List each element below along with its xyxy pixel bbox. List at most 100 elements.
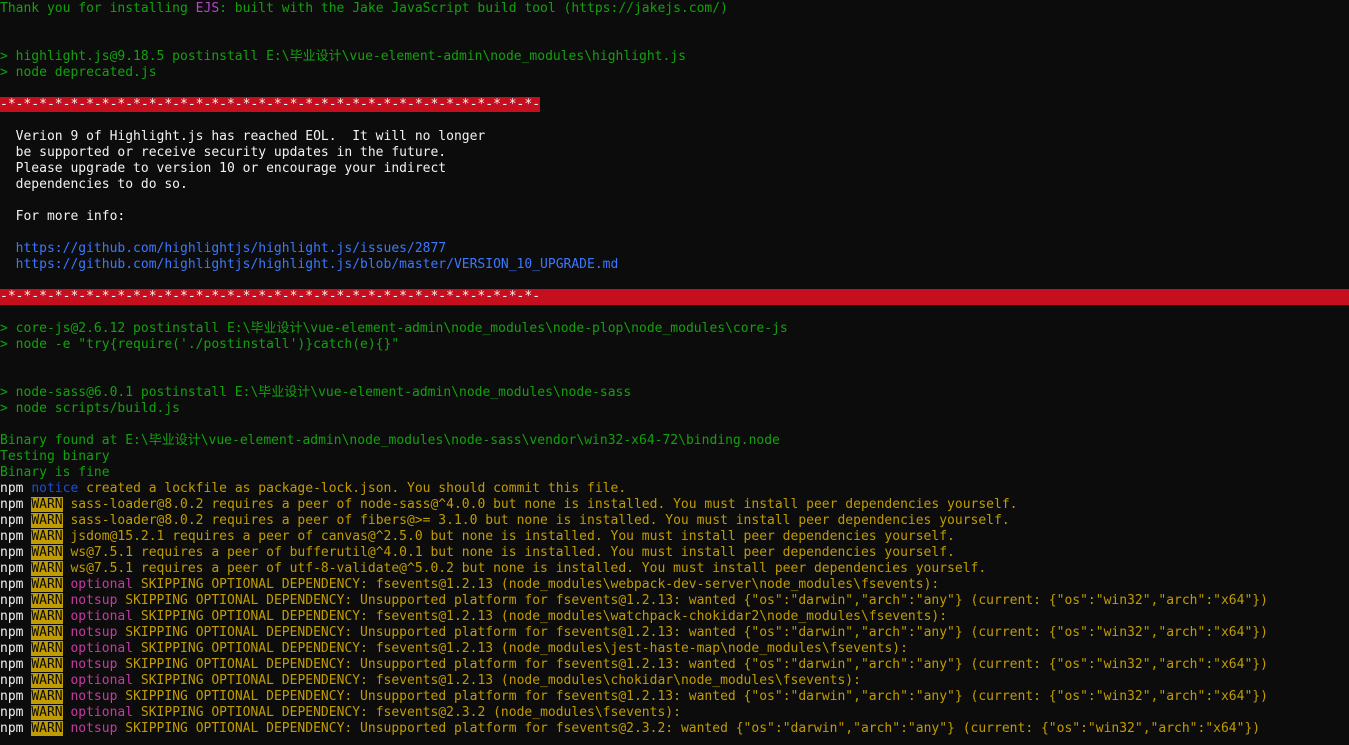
warn-badge: WARN — [31, 657, 63, 672]
terminal-text: ws@7.5.1 requires a peer of utf-8-valida… — [62, 561, 987, 576]
terminal-line: npm WARN notsup SKIPPING OPTIONAL DEPEND… — [0, 593, 1349, 609]
terminal-text: Binary found at E:\毕业设计\vue-element-admi… — [0, 433, 780, 448]
separator-line-full: -*-*-*-*-*-*-*-*-*-*-*-*-*-*-*-*-*-*-*-*… — [0, 289, 1349, 305]
terminal-line: npm WARN notsup SKIPPING OPTIONAL DEPEND… — [0, 721, 1349, 737]
terminal-text: dependencies to do so. — [0, 177, 188, 192]
terminal-text: https://github.com/highlightjs/highlight… — [0, 257, 619, 272]
terminal-text: npm — [0, 561, 32, 576]
terminal-line: > core-js@2.6.12 postinstall E:\毕业设计\vue… — [0, 321, 1349, 337]
warn-badge: WARN — [31, 513, 63, 528]
terminal-line: > node-sass@6.0.1 postinstall E:\毕业设计\vu… — [0, 385, 1349, 401]
terminal-text: Binary is fine — [0, 465, 110, 480]
warn-badge: WARN — [31, 705, 63, 720]
terminal-text: > node -e "try{require('./postinstall')}… — [0, 337, 400, 352]
terminal-text: npm — [0, 481, 32, 496]
terminal-line: Binary found at E:\毕业设计\vue-element-admi… — [0, 433, 1349, 449]
warn-badge: WARN — [31, 641, 63, 656]
terminal-line: Please upgrade to version 10 or encourag… — [0, 161, 1349, 177]
terminal-line: npm WARN ws@7.5.1 requires a peer of utf… — [0, 561, 1349, 577]
warn-badge: WARN — [31, 721, 63, 736]
terminal-text: npm — [0, 641, 32, 656]
terminal-text: SKIPPING OPTIONAL DEPENDENCY: fsevents@1… — [133, 673, 861, 688]
terminal-text: npm — [0, 545, 32, 560]
warn-badge: WARN — [31, 689, 63, 704]
separator-text: -*-*-*-*-*-*-*-*-*-*-*-*-*-*-*-*-*-*-*-*… — [0, 97, 541, 112]
terminal-text: SKIPPING OPTIONAL DEPENDENCY: Unsupporte… — [117, 689, 1268, 704]
terminal-line: Testing binary — [0, 449, 1349, 465]
terminal-line: Binary is fine — [0, 465, 1349, 481]
terminal-text: npm — [0, 513, 32, 528]
terminal-text: > node scripts/build.js — [0, 401, 181, 416]
terminal-text: SKIPPING OPTIONAL DEPENDENCY: fsevents@1… — [133, 577, 940, 592]
terminal-line: npm WARN optional SKIPPING OPTIONAL DEPE… — [0, 641, 1349, 657]
terminal-text: https://github.com/highlightjs/highlight… — [0, 241, 447, 256]
terminal-text: For more info: — [0, 209, 126, 224]
warn-badge: WARN — [31, 673, 63, 688]
terminal-output[interactable]: Thank you for installing EJS: built with… — [0, 1, 1349, 737]
terminal-line: Thank you for installing EJS: built with… — [0, 1, 1349, 17]
terminal-line: npm WARN jsdom@15.2.1 requires a peer of… — [0, 529, 1349, 545]
terminal-text: EJS — [195, 1, 220, 16]
terminal-text: npm — [0, 497, 32, 512]
terminal-text: sass-loader@8.0.2 requires a peer of nod… — [62, 497, 1018, 512]
terminal-text: SKIPPING OPTIONAL DEPENDENCY: fsevents@1… — [133, 641, 908, 656]
terminal-line: https://github.com/highlightjs/highlight… — [0, 241, 1349, 257]
terminal-line: > node -e "try{require('./postinstall')}… — [0, 337, 1349, 353]
terminal-line: https://github.com/highlightjs/highlight… — [0, 257, 1349, 273]
terminal-text: sass-loader@8.0.2 requires a peer of fib… — [62, 513, 1010, 528]
terminal-line: > node scripts/build.js — [0, 401, 1349, 417]
terminal-text: Thank you for installing — [0, 1, 196, 16]
terminal-text: notsup — [70, 625, 118, 640]
warn-badge: WARN — [31, 577, 63, 592]
terminal-text: SKIPPING OPTIONAL DEPENDENCY: fsevents@2… — [133, 705, 681, 720]
terminal-line: npm WARN notsup SKIPPING OPTIONAL DEPEND… — [0, 689, 1349, 705]
terminal-line: For more info: — [0, 209, 1349, 225]
terminal-line: npm WARN notsup SKIPPING OPTIONAL DEPEND… — [0, 625, 1349, 641]
terminal-text: optional — [70, 705, 134, 720]
terminal-text: ws@7.5.1 requires a peer of bufferutil@^… — [62, 545, 955, 560]
warn-badge: WARN — [31, 593, 63, 608]
terminal-text: npm — [0, 721, 32, 736]
warn-badge: WARN — [31, 625, 63, 640]
terminal-text: npm — [0, 625, 32, 640]
terminal-text: SKIPPING OPTIONAL DEPENDENCY: Unsupporte… — [117, 721, 1261, 736]
terminal-text: Please upgrade to version 10 or encourag… — [0, 161, 447, 176]
warn-badge: WARN — [31, 545, 63, 560]
terminal-text: optional — [70, 641, 134, 656]
terminal-text: SKIPPING OPTIONAL DEPENDENCY: Unsupporte… — [117, 625, 1268, 640]
terminal-text: npm — [0, 609, 32, 624]
terminal-text: : built with the Jake JavaScript build t… — [219, 1, 728, 16]
terminal-text: optional — [70, 577, 134, 592]
terminal-line: npm WARN sass-loader@8.0.2 requires a pe… — [0, 513, 1349, 529]
terminal-line: be supported or receive security updates… — [0, 145, 1349, 161]
terminal-text: npm — [0, 673, 32, 688]
terminal-line: -*-*-*-*-*-*-*-*-*-*-*-*-*-*-*-*-*-*-*-*… — [0, 97, 1349, 113]
terminal-text: Verion 9 of Highlight.js has reached EOL… — [0, 129, 486, 144]
terminal-text: SKIPPING OPTIONAL DEPENDENCY: Unsupporte… — [117, 657, 1268, 672]
terminal-line: > node deprecated.js — [0, 65, 1349, 81]
terminal-text: npm — [0, 689, 32, 704]
terminal-line: dependencies to do so. — [0, 177, 1349, 193]
terminal-line: > highlight.js@9.18.5 postinstall E:\毕业设… — [0, 49, 1349, 65]
terminal-text: notsup — [70, 657, 118, 672]
terminal-text: npm — [0, 577, 32, 592]
terminal-line: npm WARN sass-loader@8.0.2 requires a pe… — [0, 497, 1349, 513]
separator-text: -*-*-*-*-*-*-*-*-*-*-*-*-*-*-*-*-*-*-*-*… — [0, 289, 541, 304]
terminal-text: notice — [31, 481, 79, 496]
terminal-text: Testing binary — [0, 449, 110, 464]
terminal-text: npm — [0, 657, 32, 672]
terminal-text: npm — [0, 529, 32, 544]
terminal-line: Verion 9 of Highlight.js has reached EOL… — [0, 129, 1349, 145]
terminal-line: npm WARN optional SKIPPING OPTIONAL DEPE… — [0, 577, 1349, 593]
terminal-line: npm WARN ws@7.5.1 requires a peer of buf… — [0, 545, 1349, 561]
terminal-text: npm — [0, 593, 32, 608]
